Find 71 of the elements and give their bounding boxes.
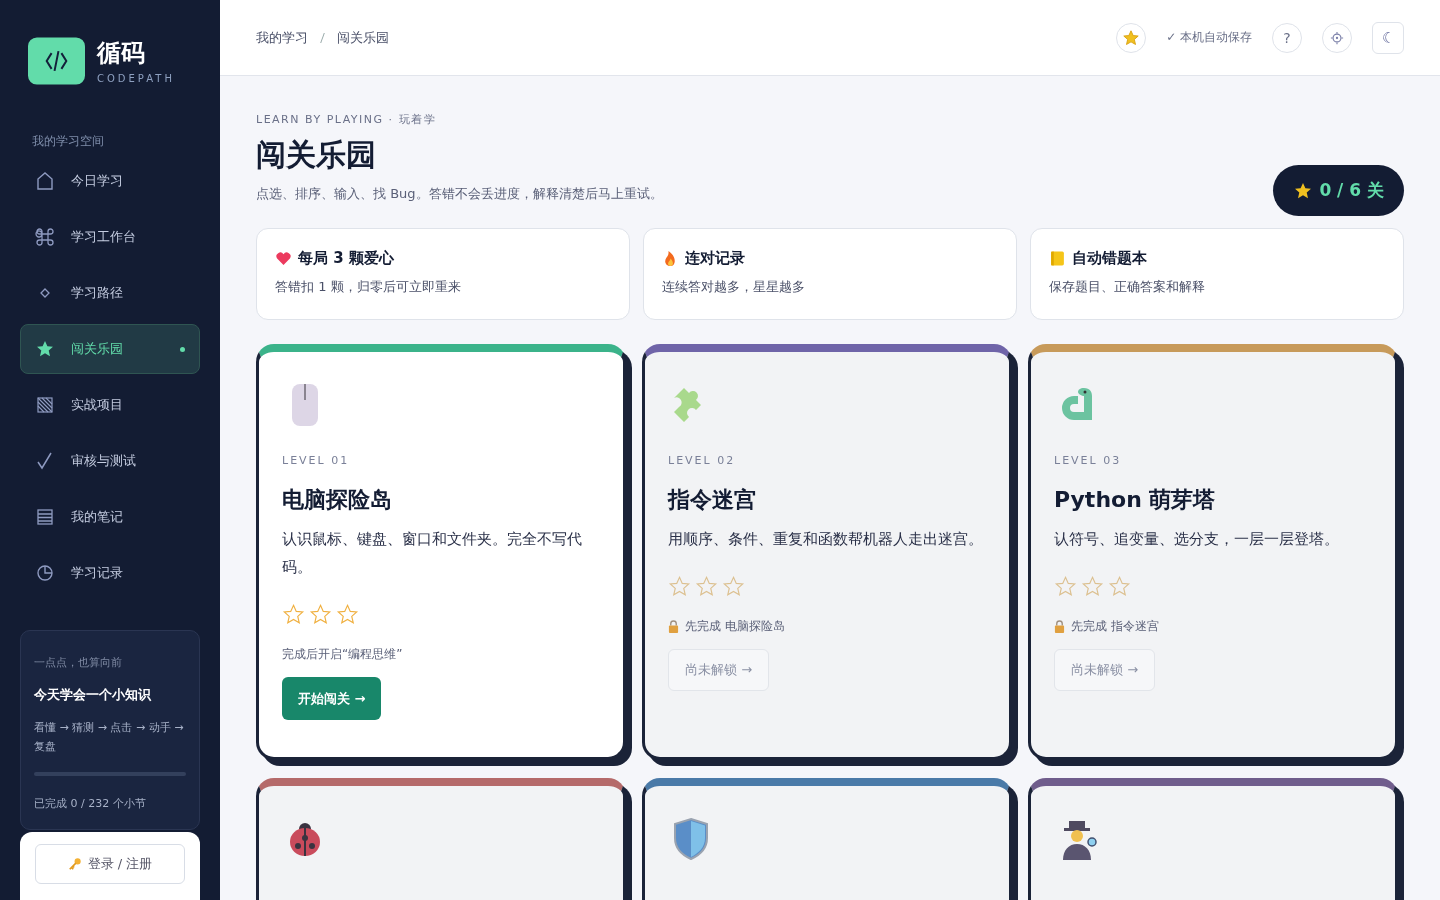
rating-star-icon [668, 575, 691, 598]
brand-name: 循码 [97, 38, 146, 67]
rating-star-icon [1081, 575, 1104, 598]
rating-star-icon [309, 603, 332, 626]
feature-title: 连对记录 [685, 249, 745, 268]
theme-toggle-button[interactable]: ☾ [1372, 21, 1404, 54]
key-icon [67, 857, 82, 871]
page-title: 闯关乐园 [256, 136, 377, 174]
section-label: 我的学习空间 [32, 133, 105, 150]
help-button[interactable]: ? [1272, 22, 1302, 53]
hero-eyebrow: LEARN BY PLAYING · 玩着学 [256, 112, 438, 127]
level-number: LEVEL 02 [668, 454, 736, 467]
rating-star-icon [282, 603, 305, 626]
level-number: LEVEL 01 [282, 454, 350, 467]
lock-icon [668, 620, 679, 633]
progress-steps: 看懂 → 猜测 → 点击 → 动手 → 复盘 [34, 718, 186, 756]
rating-star-icon [1108, 575, 1131, 598]
level-title: 指令迷宫 [668, 486, 756, 514]
heart-icon [275, 250, 292, 267]
level-requirement: 先完成 电脑探险岛 [685, 618, 785, 635]
nav-item[interactable]: 审核与测试 [20, 436, 200, 486]
progress-eyebrow: 一点点，也算向前 [34, 655, 123, 670]
feature-description: 保存题目、正确答案和解释 [1049, 278, 1206, 296]
clock-icon [35, 563, 55, 583]
nav-item[interactable]: 学习路径 [20, 268, 200, 318]
active-dot [180, 346, 185, 352]
rating-star-icon [722, 575, 745, 598]
list-icon [35, 507, 55, 527]
hatched-square-icon [35, 395, 55, 415]
level-title: 电脑探险岛 [282, 486, 392, 514]
home-icon [35, 171, 55, 191]
rating-star-icon [1054, 575, 1077, 598]
level-requirement: 先完成 指令迷宫 [1071, 618, 1159, 635]
nav-item[interactable]: 学习记录 [20, 548, 200, 598]
level-requirement: 完成后开启“编程思维” [282, 646, 403, 663]
rating-star-icon [336, 603, 359, 626]
level-number: LEVEL 03 [1054, 454, 1122, 467]
nav-item[interactable]: 今日学习 [20, 156, 200, 206]
code-logo-icon [28, 37, 85, 85]
star-icon [35, 339, 55, 359]
score-text: 0 / 6 关 [1319, 179, 1384, 202]
start-button[interactable]: 开始闯关 → [282, 677, 382, 720]
feature-title: 每局 3 颗爱心 [298, 249, 394, 268]
command-icon [35, 227, 55, 247]
check-icon [35, 451, 55, 471]
favorite-button[interactable] [1116, 22, 1147, 53]
level-title: Python 萌芽塔 [1054, 486, 1216, 514]
settings-button[interactable] [1322, 22, 1352, 53]
nav-item[interactable]: 实战项目 [20, 380, 200, 430]
nav-item[interactable]: 学习工作台 [20, 212, 200, 262]
feature-title: 自动错题本 [1072, 249, 1147, 268]
login-button[interactable]: 登录 / 注册 [35, 844, 185, 884]
brand-tagline: CODEPATH [97, 72, 175, 84]
progress-title: 今天学会一个小知识 [34, 686, 152, 704]
feature-description: 答错扣 1 颗，归零后可立即重来 [275, 278, 462, 296]
breadcrumb-link[interactable]: 闯关乐园 [337, 28, 389, 47]
page-subtitle: 点选、排序、输入、找 Bug。答错不会丢进度，解释清楚后马上重试。 [256, 185, 663, 203]
level-description: 认识鼠标、键盘、窗口和文件夹。完全不写代码。 [282, 529, 583, 578]
settings-icon [1330, 30, 1344, 45]
nav-item[interactable]: 我的笔记 [20, 492, 200, 542]
feature-description: 连续答对越多，星星越多 [662, 278, 806, 296]
autosave-status: ✓ 本机自动保存 [1166, 29, 1252, 46]
notebook-icon [1049, 250, 1066, 267]
level-description: 认符号、追变量、选分支，一层一层登塔。 [1054, 529, 1339, 550]
level-description: 用顺序、条件、重复和函数帮机器人走出迷宫。 [668, 529, 983, 550]
breadcrumb-link[interactable]: 我的学习 [256, 28, 308, 47]
lock-icon [1054, 620, 1065, 633]
nav-item[interactable]: 闯关乐园 [20, 324, 200, 374]
progress-caption: 已完成 0 / 232 个小节 [34, 796, 147, 811]
star-icon [1122, 28, 1141, 47]
rating-star-icon [695, 575, 718, 598]
